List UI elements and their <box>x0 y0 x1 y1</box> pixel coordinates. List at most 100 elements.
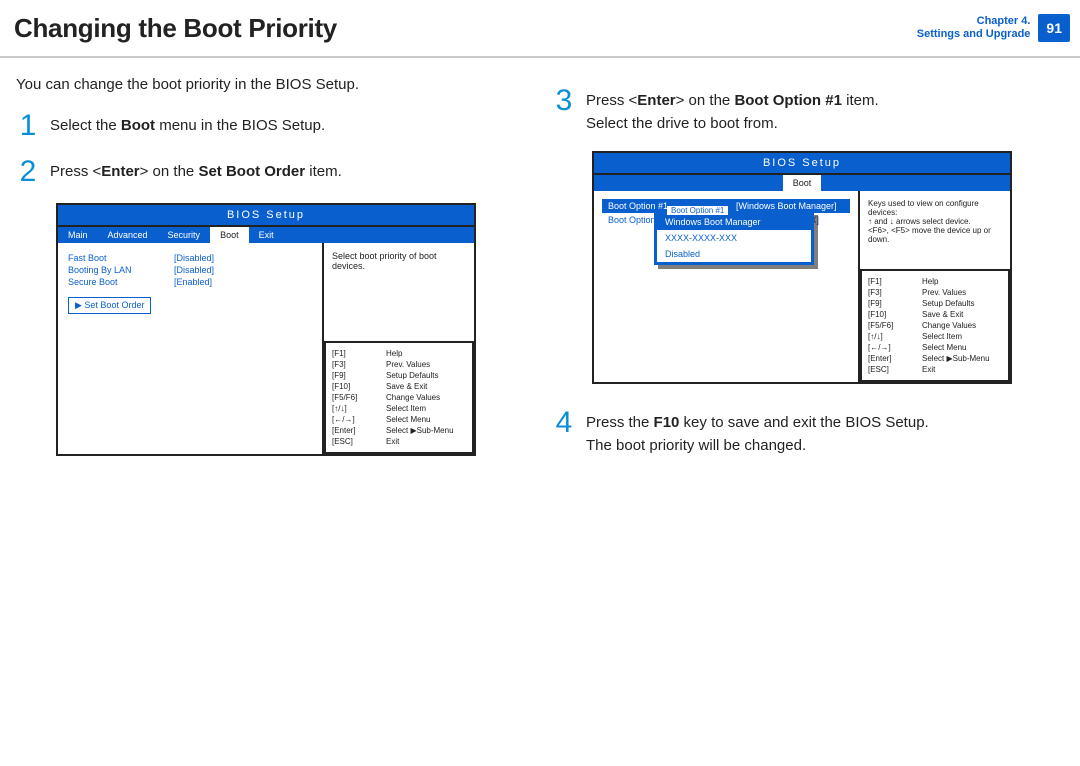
help-key: [ESC] <box>868 365 914 374</box>
bios-selected-row: ▶ Set Boot Order <box>68 297 151 314</box>
help-val: Save & Exit <box>386 382 427 391</box>
help-key: [F1] <box>332 349 378 358</box>
step-2: 2 Press <Enter> on the Set Boot Order it… <box>16 157 520 187</box>
bios-value: [Disabled] <box>174 253 214 263</box>
popup-item-selected: Windows Boot Manager <box>657 214 811 230</box>
step-key: Enter <box>637 92 675 109</box>
bios-key: Booting By LAN <box>68 265 168 275</box>
help-val: Help <box>386 349 402 358</box>
help-key: [F1] <box>868 277 914 286</box>
step-number: 1 <box>16 111 40 141</box>
help-val: Help <box>922 277 938 286</box>
chapter-box: Chapter 4. Settings and Upgrade 91 <box>917 14 1080 42</box>
step-text: > on the <box>676 92 735 109</box>
step-text: Press < <box>586 92 637 109</box>
intro-text: You can change the boot priority in the … <box>16 76 520 93</box>
step-number: 2 <box>16 157 40 187</box>
popup-item: Disabled <box>657 246 811 262</box>
help-key: [F10] <box>332 382 378 391</box>
step-item: Boot Option #1 <box>734 92 842 109</box>
help-val: Exit <box>386 437 399 446</box>
help-val: Setup Defaults <box>922 299 974 308</box>
help-key: [F3] <box>332 360 378 369</box>
step-bold: Boot <box>121 117 155 134</box>
step-line2: Select the drive to boot from. <box>586 113 879 136</box>
page-number: 91 <box>1038 14 1070 42</box>
step-text: > on the <box>140 163 199 180</box>
help-val: Select Item <box>386 404 426 413</box>
step-text: Press < <box>50 163 101 180</box>
popup-item: XXXX-XXXX-XXX <box>657 230 811 246</box>
bios-row: Fast Boot [Disabled] <box>68 253 312 263</box>
help-key: [←/→] <box>332 415 378 424</box>
help-key: [F5/F6] <box>332 393 378 402</box>
step-number: 3 <box>552 86 576 135</box>
tab-boot: Boot <box>210 227 249 243</box>
help-val: Select Menu <box>922 343 966 352</box>
help-val: Select ▶Sub-Menu <box>922 354 990 363</box>
help-val: Save & Exit <box>922 310 963 319</box>
help-val: Change Values <box>922 321 976 330</box>
help-key: [F3] <box>868 288 914 297</box>
bios-title: BIOS Setup <box>58 205 474 227</box>
help-key: [Enter] <box>868 354 914 363</box>
bios-key: Secure Boot <box>68 277 168 287</box>
step-key: Enter <box>101 163 139 180</box>
help-val: Change Values <box>386 393 440 402</box>
bios-tabs: Main Advanced Security Boot Exit <box>58 227 474 243</box>
help-val: Select Menu <box>386 415 430 424</box>
chapter-line1: Chapter 4. <box>917 15 1031 28</box>
help-key: [Enter] <box>332 426 378 435</box>
bios-side-text: Keys used to view on configure devices: … <box>868 199 1002 269</box>
help-val: Select ▶Sub-Menu <box>386 426 454 435</box>
bios-tabs: Boot <box>594 175 1010 191</box>
bios-value: [Disabled] <box>174 265 214 275</box>
bios-value: [Enabled] <box>174 277 212 287</box>
step-text: Select the <box>50 117 121 134</box>
help-val: Setup Defaults <box>386 371 438 380</box>
tab-advanced: Advanced <box>98 227 158 243</box>
help-key: [F5/F6] <box>868 321 914 330</box>
help-val: Prev. Values <box>386 360 430 369</box>
help-key: [F9] <box>868 299 914 308</box>
help-key: [ESC] <box>332 437 378 446</box>
step-text: item. <box>305 163 342 180</box>
tab-security: Security <box>158 227 211 243</box>
step-number: 4 <box>552 408 576 457</box>
tab-boot: Boot <box>783 175 822 191</box>
page-title: Changing the Boot Priority <box>14 13 917 44</box>
bios-value: [Windows Boot Manager] <box>736 201 837 211</box>
bios-row: Booting By LAN [Disabled] <box>68 265 312 275</box>
step-text: menu in the BIOS Setup. <box>155 117 325 134</box>
bios-side-text: Select boot priority of boot devices. <box>332 251 466 341</box>
help-key: [↑/↓] <box>332 404 378 413</box>
step-text: item. <box>842 92 879 109</box>
help-val: Prev. Values <box>922 288 966 297</box>
bios-key: Fast Boot <box>68 253 168 263</box>
step-text: Press the <box>586 414 654 431</box>
tab-exit: Exit <box>249 227 284 243</box>
step-key: F10 <box>654 414 680 431</box>
bios-row: Secure Boot [Enabled] <box>68 277 312 287</box>
help-key: [F10] <box>868 310 914 319</box>
step-text: key to save and exit the BIOS Setup. <box>679 414 928 431</box>
bios-help-box: [F1]Help [F3]Prev. Values [F9]Setup Defa… <box>324 341 474 454</box>
popup-legend: Boot Option #1 <box>667 206 728 215</box>
bios-setup-panel-2: BIOS Setup Boot Boot Option #1 [Windows B… <box>592 151 1012 384</box>
boot-option-popup: Boot Option #1 Windows Boot Manager XXXX… <box>654 211 814 265</box>
help-val: Select Item <box>922 332 962 341</box>
help-key: [←/→] <box>868 343 914 352</box>
help-key: [↑/↓] <box>868 332 914 341</box>
step-4: 4 Press the F10 key to save and exit the… <box>552 408 1056 457</box>
step-line2: The boot priority will be changed. <box>586 435 929 458</box>
help-val: Exit <box>922 365 935 374</box>
step-item: Set Boot Order <box>198 163 305 180</box>
bios-title: BIOS Setup <box>594 153 1010 175</box>
step-1: 1 Select the Boot menu in the BIOS Setup… <box>16 111 520 141</box>
chapter-line2: Settings and Upgrade <box>917 28 1031 41</box>
bios-help-box: [F1] Help [F3] Prev. Values [F9] Setup Defa… <box>860 269 1010 382</box>
header-divider <box>0 56 1080 58</box>
bios-setup-panel-1: BIOS Setup Main Advanced Security Boot E… <box>56 203 476 456</box>
step-3: 3 Press <Enter> on the Boot Option #1 it… <box>552 86 1056 135</box>
tab-main: Main <box>58 227 98 243</box>
